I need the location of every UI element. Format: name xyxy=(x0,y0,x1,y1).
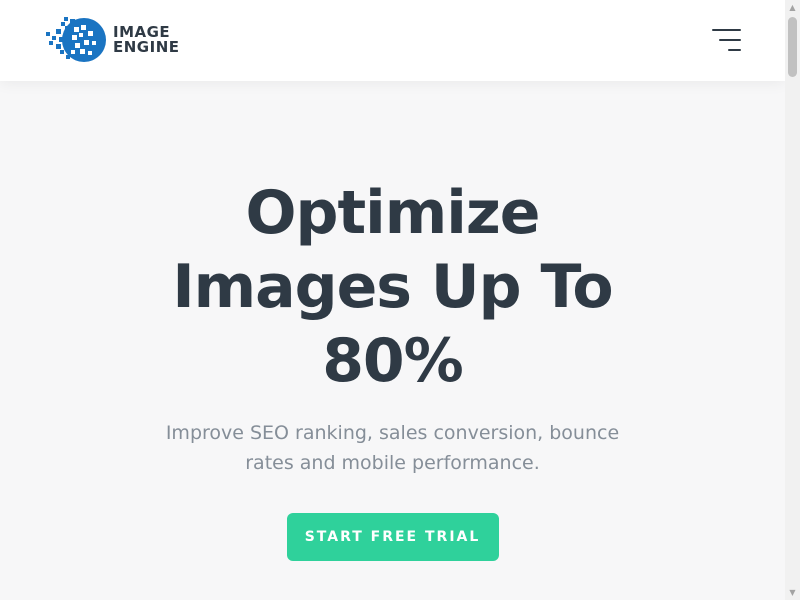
hero-title-line-2: Images Up To xyxy=(172,252,613,322)
logo-link[interactable]: IMAGE ENGINE xyxy=(46,17,180,63)
hero-section: Optimize Images Up To 80% Improve SEO ra… xyxy=(0,176,785,561)
start-free-trial-button[interactable]: START FREE TRIAL xyxy=(286,513,499,561)
scroll-up-arrow-icon[interactable]: ▲ xyxy=(785,0,800,15)
menu-line-top xyxy=(712,29,741,31)
menu-line-bottom xyxy=(728,49,741,51)
hamburger-menu-icon[interactable] xyxy=(712,29,741,53)
hero-subtitle-line-2: rates and mobile performance. xyxy=(245,452,540,474)
vertical-scrollbar[interactable]: ▲ ▼ xyxy=(785,0,800,600)
logo-line-2: ENGINE xyxy=(113,38,180,56)
menu-line-middle xyxy=(719,39,741,41)
logo-wordmark: IMAGE ENGINE xyxy=(113,25,180,55)
hero-title-line-3: 80% xyxy=(322,326,464,396)
page: IMAGE ENGINE Optimize Images Up To 80% I… xyxy=(0,0,785,600)
scroll-down-arrow-icon[interactable]: ▼ xyxy=(785,585,800,600)
hero-subtitle: Improve SEO ranking, sales conversion, b… xyxy=(133,418,653,478)
image-engine-logo-icon xyxy=(46,17,108,63)
hero-title: Optimize Images Up To 80% xyxy=(93,176,693,398)
scroll-thumb[interactable] xyxy=(788,17,797,77)
hero-subtitle-line-1: Improve SEO ranking, sales conversion, b… xyxy=(165,422,620,444)
hero-title-line-1: Optimize xyxy=(245,178,541,248)
site-header: IMAGE ENGINE xyxy=(0,0,785,81)
